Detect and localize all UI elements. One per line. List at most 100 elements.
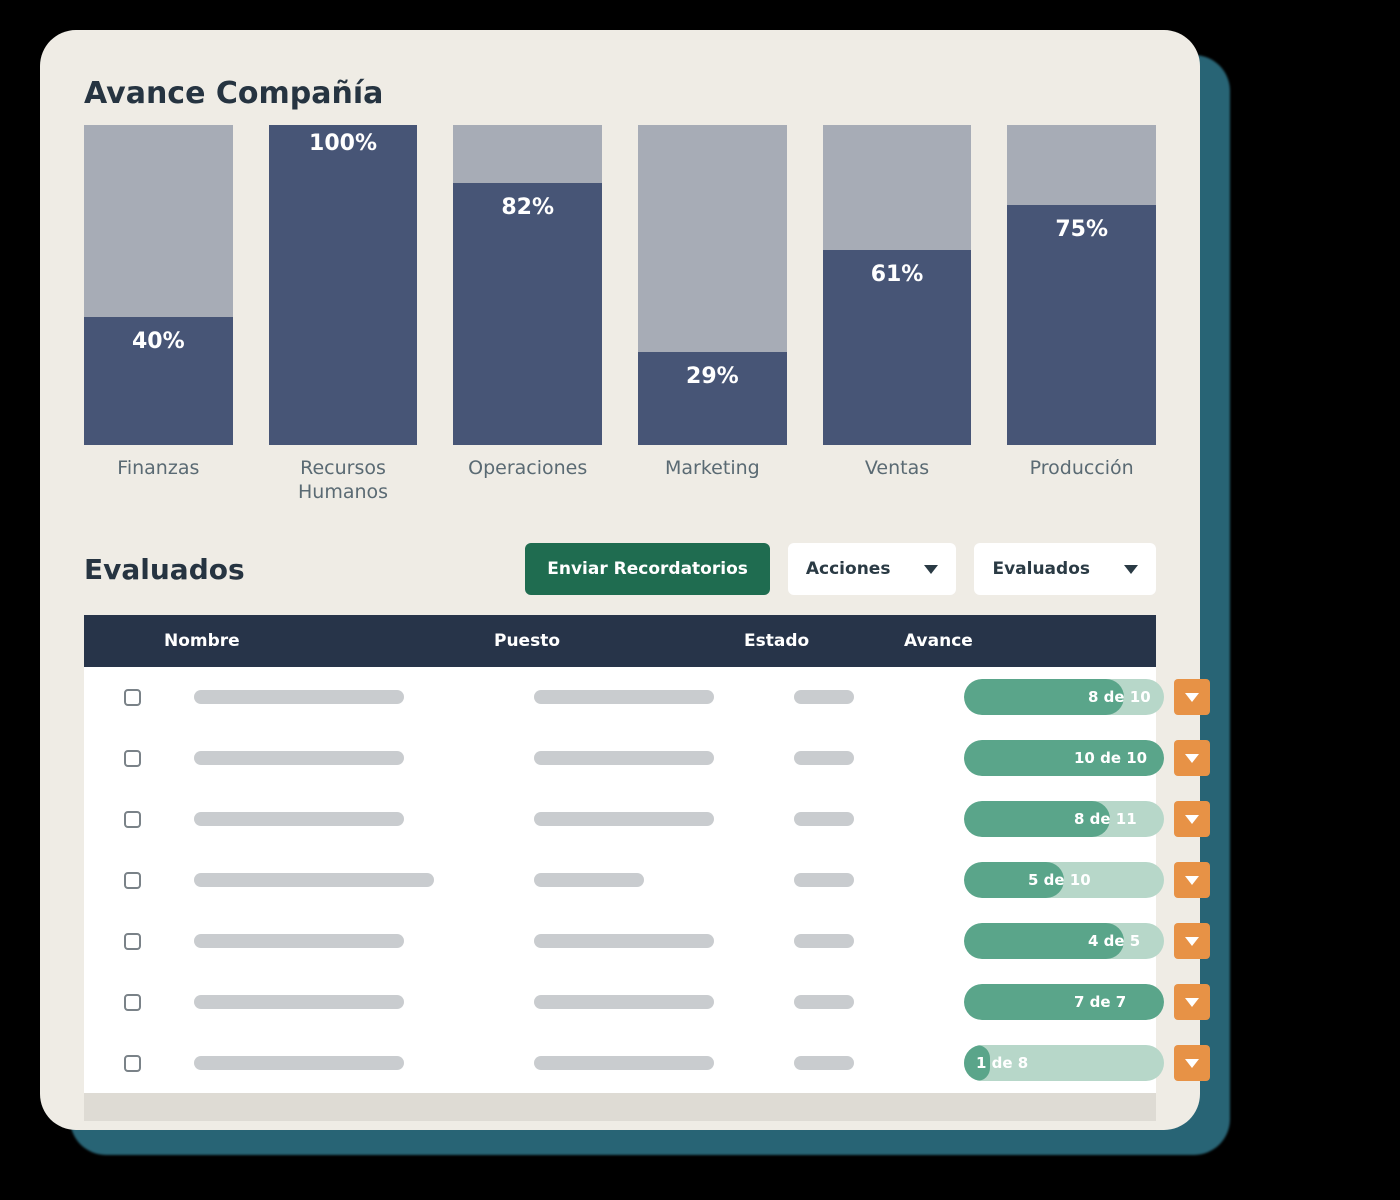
evaluated-title: Evaluados [84, 553, 245, 586]
bar-value-label: 82% [453, 195, 602, 220]
col-position: Puesto [494, 631, 744, 651]
chevron-down-icon [1185, 937, 1199, 946]
bar-category-label: Operaciones [468, 457, 587, 505]
chevron-down-icon [924, 565, 938, 574]
name-placeholder [194, 934, 404, 948]
row-checkbox[interactable] [124, 811, 141, 828]
table-footer [84, 1093, 1156, 1121]
chevron-down-icon [1185, 754, 1199, 763]
progress-label: 1 de 8 [976, 1054, 1028, 1072]
status-placeholder [794, 690, 854, 704]
row-checkbox[interactable] [124, 750, 141, 767]
position-placeholder [534, 751, 714, 765]
actions-dropdown[interactable]: Acciones [788, 543, 957, 595]
send-reminders-button[interactable]: Enviar Recordatorios [525, 543, 770, 595]
chevron-down-icon [1185, 815, 1199, 824]
col-name: Nombre [164, 631, 494, 651]
row-expand-button[interactable] [1174, 740, 1210, 776]
evaluated-table: Nombre Puesto Estado Avance 8 de 10 10 de… [84, 615, 1156, 1121]
chart-bar-0: 40% Finanzas [84, 125, 233, 505]
progress-bar: 1 de 8 [964, 1045, 1164, 1081]
position-placeholder [534, 1056, 714, 1070]
row-checkbox[interactable] [124, 1055, 141, 1072]
progress-bar: 10 de 10 [964, 740, 1164, 776]
bar-value-label: 40% [84, 329, 233, 354]
bar-category-label: Marketing [665, 457, 760, 505]
position-placeholder [534, 812, 714, 826]
chevron-down-icon [1185, 998, 1199, 1007]
progress-bar: 7 de 7 [964, 984, 1164, 1020]
bar-category-label: Recursos Humanos [269, 457, 418, 505]
chart-bar-3: 29% Marketing [638, 125, 787, 505]
bar-value-label: 75% [1007, 217, 1156, 242]
chevron-down-icon [1185, 1059, 1199, 1068]
chart-bar-2: 82% Operaciones [453, 125, 602, 505]
chart-bar-1: 100% Recursos Humanos [269, 125, 418, 505]
row-expand-button[interactable] [1174, 1045, 1210, 1081]
bar-category-label: Finanzas [117, 457, 199, 505]
name-placeholder [194, 751, 404, 765]
status-placeholder [794, 934, 854, 948]
status-placeholder [794, 751, 854, 765]
table-header: Nombre Puesto Estado Avance [84, 615, 1156, 667]
position-placeholder [534, 873, 644, 887]
row-checkbox[interactable] [124, 994, 141, 1011]
table-row: 4 de 5 [84, 910, 1156, 971]
chart-bar-4: 61% Ventas [823, 125, 972, 505]
row-expand-button[interactable] [1174, 801, 1210, 837]
row-checkbox[interactable] [124, 689, 141, 706]
col-progress: Avance [904, 631, 1136, 651]
status-placeholder [794, 873, 854, 887]
row-checkbox[interactable] [124, 872, 141, 889]
row-expand-button[interactable] [1174, 679, 1210, 715]
name-placeholder [194, 1056, 404, 1070]
position-placeholder [534, 995, 714, 1009]
table-row: 7 de 7 [84, 971, 1156, 1032]
progress-label: 4 de 5 [1088, 932, 1140, 950]
actions-label: Acciones [806, 559, 891, 579]
position-placeholder [534, 934, 714, 948]
chevron-down-icon [1185, 693, 1199, 702]
bar-category-label: Ventas [865, 457, 929, 505]
bar-category-label: Producción [1030, 457, 1134, 505]
progress-bar: 5 de 10 [964, 862, 1164, 898]
col-status: Estado [744, 631, 904, 651]
bar-value-label: 61% [823, 262, 972, 287]
progress-bar: 4 de 5 [964, 923, 1164, 959]
bar-value-label: 100% [269, 131, 418, 156]
progress-label: 5 de 10 [1028, 871, 1091, 889]
progress-bar: 8 de 11 [964, 801, 1164, 837]
table-row: 5 de 10 [84, 849, 1156, 910]
progress-label: 7 de 7 [1074, 993, 1126, 1011]
row-checkbox[interactable] [124, 933, 141, 950]
chevron-down-icon [1124, 565, 1138, 574]
name-placeholder [194, 995, 404, 1009]
evaluated-filter-label: Evaluados [992, 559, 1090, 579]
company-progress-chart: 40%Finanzas100%Recursos Humanos82%Operac… [84, 135, 1156, 505]
name-placeholder [194, 873, 434, 887]
chevron-down-icon [1185, 876, 1199, 885]
status-placeholder [794, 1056, 854, 1070]
progress-bar: 8 de 10 [964, 679, 1164, 715]
evaluated-toolbar: Evaluados Enviar Recordatorios Acciones … [84, 543, 1156, 595]
progress-label: 10 de 10 [1074, 749, 1147, 767]
bar-value-label: 29% [638, 364, 787, 389]
chart-title: Avance Compañía [84, 76, 1156, 111]
row-expand-button[interactable] [1174, 984, 1210, 1020]
row-expand-button[interactable] [1174, 862, 1210, 898]
table-row: 8 de 10 [84, 667, 1156, 727]
table-row: 1 de 8 [84, 1032, 1156, 1093]
table-body: 8 de 10 10 de 10 8 de 11 5 de 10 4 de 5 7 de … [84, 667, 1156, 1093]
status-placeholder [794, 812, 854, 826]
table-row: 10 de 10 [84, 727, 1156, 788]
evaluated-filter-dropdown[interactable]: Evaluados [974, 543, 1156, 595]
table-row: 8 de 11 [84, 788, 1156, 849]
status-placeholder [794, 995, 854, 1009]
name-placeholder [194, 690, 404, 704]
progress-label: 8 de 11 [1074, 810, 1137, 828]
progress-label: 8 de 10 [1088, 688, 1151, 706]
dashboard-card: Avance Compañía 40% Finanzas 100% Recursos … [40, 30, 1200, 1130]
chart-bar-5: 75% Producción [1007, 125, 1156, 505]
row-expand-button[interactable] [1174, 923, 1210, 959]
name-placeholder [194, 812, 404, 826]
